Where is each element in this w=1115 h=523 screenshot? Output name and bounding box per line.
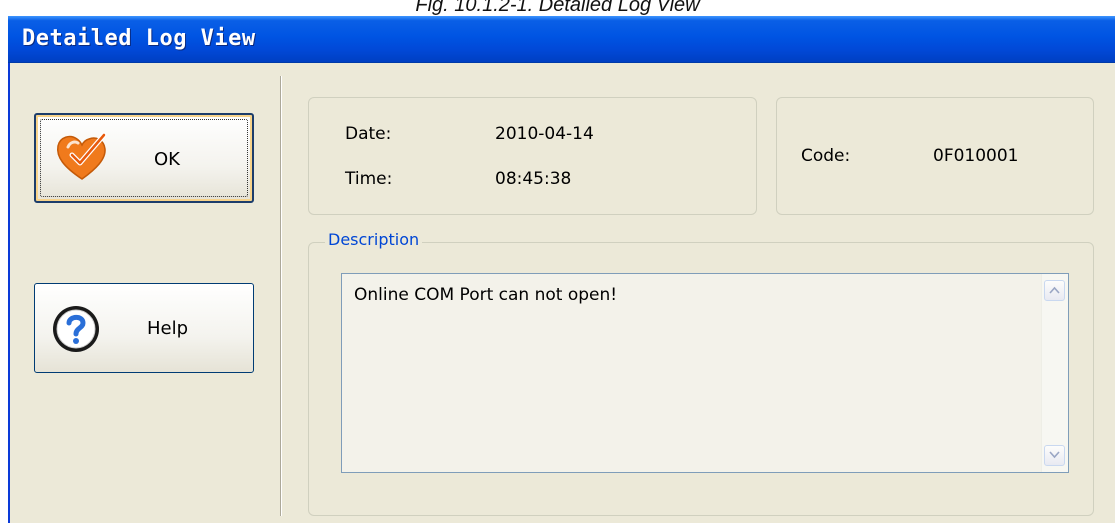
heart-check-icon — [56, 132, 107, 180]
figure-caption: Fig. 10.1.2-1. Detailed Log View — [415, 0, 700, 16]
description-group: Description Online COM Port can not open… — [308, 230, 1094, 516]
code-group: Code: 0F010001 — [776, 97, 1094, 215]
scroll-up-button[interactable] — [1044, 280, 1065, 301]
description-textarea[interactable]: Online COM Port can not open! — [341, 273, 1069, 473]
sidebar-divider — [280, 76, 282, 516]
title-bar[interactable]: Detailed Log View — [8, 16, 1115, 63]
time-label: Time: — [345, 169, 393, 189]
scroll-down-button[interactable] — [1044, 445, 1065, 466]
description-text: Online COM Port can not open! — [354, 285, 618, 305]
question-icon — [53, 306, 99, 352]
description-legend: Description — [325, 230, 423, 249]
datetime-group: Date: 2010-04-14 Time: 08:45:38 — [308, 97, 757, 215]
date-value: 2010-04-14 — [495, 124, 594, 144]
code-label: Code: — [801, 146, 851, 166]
window-title: Detailed Log View — [22, 26, 256, 51]
date-label: Date: — [345, 124, 392, 144]
ok-button[interactable]: OK — [34, 113, 254, 203]
chevron-up-icon — [1049, 286, 1060, 294]
code-value: 0F010001 — [933, 146, 1019, 166]
chevron-down-icon — [1049, 451, 1060, 459]
detailed-log-window: Detailed Log View OK Help Date: 2010-04-… — [8, 16, 1115, 523]
vertical-scrollbar[interactable] — [1041, 274, 1068, 472]
ok-button-label: OK — [154, 149, 180, 170]
time-value: 08:45:38 — [495, 169, 572, 189]
help-button[interactable]: Help — [34, 283, 254, 373]
help-button-label: Help — [147, 318, 189, 339]
